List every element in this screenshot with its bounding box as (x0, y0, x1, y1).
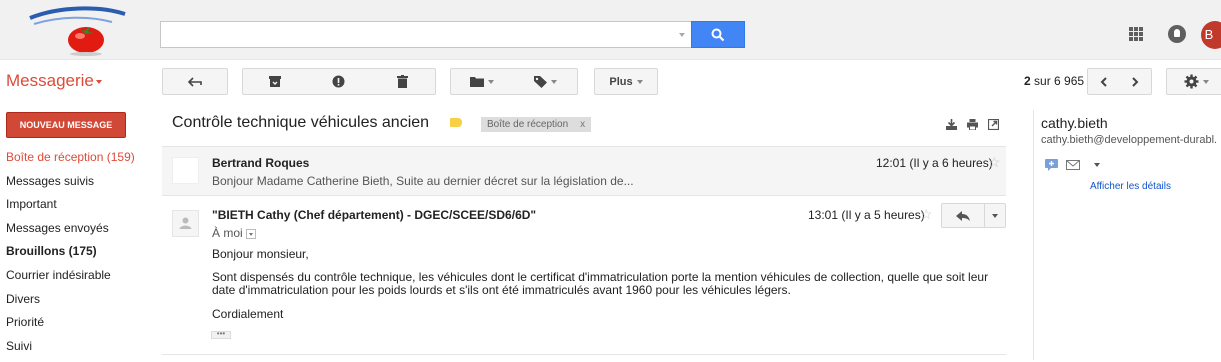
show-details-link[interactable]: Afficher les détails (1090, 181, 1171, 192)
sidebar-item-starred[interactable]: Messages suivis (6, 173, 156, 197)
compose-button[interactable]: NOUVEAU MESSAGE (6, 112, 126, 138)
trash-icon (397, 75, 408, 88)
sidebar-item-divers[interactable]: Divers (6, 291, 156, 315)
newer-button[interactable] (1087, 68, 1120, 95)
message-time: 12:01 (Il y a 6 heures) (876, 156, 993, 170)
search-input[interactable] (161, 22, 691, 47)
search-button[interactable] (691, 21, 745, 48)
count-current: 2 (1024, 74, 1031, 88)
person-icon (179, 217, 192, 229)
more-button[interactable]: Plus (594, 68, 658, 95)
search-box (160, 21, 691, 48)
sidebar-item-inbox[interactable]: Boîte de réception (159) (6, 149, 156, 173)
count-total: 6 965 (1054, 74, 1085, 88)
more-label: Plus (609, 75, 633, 88)
thread-subject: Contrôle technique véhicules ancien (172, 114, 430, 131)
show-trimmed-button[interactable]: ••• (211, 330, 231, 339)
star-icon[interactable]: ☆ (988, 154, 1001, 171)
message-more-button[interactable] (984, 203, 1006, 228)
expand-all-icon[interactable] (946, 119, 957, 130)
chat-icon[interactable] (1045, 159, 1058, 171)
message-body: Sont dispensés du contrôle technique, le… (212, 270, 989, 297)
recipient-details-icon[interactable] (246, 228, 257, 239)
divider (162, 354, 1006, 355)
importance-label-icon[interactable] (450, 118, 462, 127)
star-icon[interactable]: ☆ (920, 206, 933, 223)
folder-icon (470, 77, 484, 87)
reply-icon (956, 210, 970, 221)
search-options-icon[interactable] (679, 33, 685, 37)
contact-panel (1033, 110, 1221, 360)
app-title-label: Messagerie (6, 71, 94, 90)
new-window-icon[interactable] (988, 119, 999, 130)
recipient-line[interactable]: À moi (212, 226, 257, 240)
delete-button[interactable] (370, 68, 436, 95)
contact-email: cathy.bieth@developpement-durabl. (1041, 134, 1218, 146)
remove-label-button[interactable]: x (580, 119, 585, 130)
avatar[interactable]: B (1201, 21, 1221, 49)
mail-icon[interactable] (1066, 160, 1080, 170)
sidebar-item-sent[interactable]: Messages envoyés (6, 220, 156, 244)
message-closing: Cordialement (212, 307, 284, 321)
contact-name: cathy.bieth (1041, 115, 1108, 131)
sidebar-item-suivi[interactable]: Suivi (6, 338, 156, 362)
chevron-down-icon (1202, 79, 1209, 84)
print-icon[interactable] (967, 119, 978, 130)
back-button[interactable] (162, 68, 228, 95)
chevron-down-icon (488, 79, 494, 84)
message-collapsed[interactable]: Bertrand Roques Bonjour Madame Catherine… (162, 146, 1006, 196)
message-sender: "BIETH Cathy (Chef département) - DGEC/S… (212, 208, 537, 222)
gear-icon (1184, 74, 1198, 89)
apps-grid-icon[interactable] (1129, 27, 1143, 41)
chevron-down-icon (992, 213, 998, 218)
chevron-down-icon (95, 79, 102, 84)
message-snippet: Bonjour Madame Catherine Bieth, Suite au… (212, 174, 634, 188)
chevron-down-icon[interactable] (1094, 163, 1100, 167)
notifications-icon[interactable] (1168, 25, 1186, 43)
label-tag-icon (533, 76, 547, 88)
search-icon (711, 28, 725, 41)
inbox-label-text: Boîte de réception (487, 119, 569, 130)
sidebar-nav: Boîte de réception (159) Messages suivis… (6, 149, 156, 361)
count-separator: sur (1030, 74, 1055, 88)
top-bar: B (0, 0, 1221, 60)
app-title[interactable]: Messagerie (6, 71, 102, 91)
tomato-logo-icon[interactable] (20, 4, 140, 58)
sender-avatar (172, 157, 199, 184)
sidebar-item-spam[interactable]: Courrier indésirable (6, 267, 156, 291)
message-sender: Bertrand Roques (212, 156, 310, 170)
message-time: 13:01 (Il y a 5 heures) (808, 208, 925, 222)
archive-button[interactable] (242, 68, 308, 95)
chevron-down-icon (636, 79, 643, 84)
message-count: 2 sur 6 965 (1024, 74, 1084, 88)
inbox-label-chip: Boîte de réception x (481, 117, 592, 132)
sidebar-item-priorite[interactable]: Priorité (6, 314, 156, 338)
sender-avatar (172, 210, 199, 237)
back-arrow-icon (188, 76, 202, 87)
spam-icon (332, 75, 345, 88)
older-button[interactable] (1119, 68, 1152, 95)
move-to-button[interactable] (450, 68, 514, 95)
chevron-right-icon (1131, 76, 1138, 87)
archive-icon (269, 76, 281, 87)
chevron-down-icon (550, 79, 557, 84)
message-greeting: Bonjour monsieur, (212, 247, 309, 261)
settings-button[interactable] (1166, 68, 1221, 95)
chevron-left-icon (1100, 76, 1107, 87)
contact-actions (1045, 159, 1100, 171)
sidebar-item-important[interactable]: Important (6, 196, 156, 220)
reply-button[interactable] (941, 203, 985, 228)
labels-button[interactable] (513, 68, 578, 95)
recipient-label: À moi (212, 226, 243, 240)
sidebar-item-drafts[interactable]: Brouillons (175) (6, 243, 156, 267)
report-spam-button[interactable] (307, 68, 371, 95)
